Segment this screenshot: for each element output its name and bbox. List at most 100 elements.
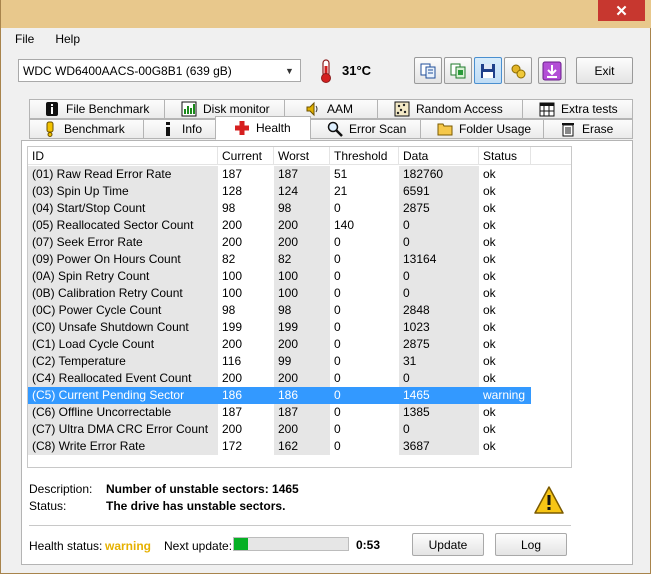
- tab-erase[interactable]: Erase: [543, 119, 633, 139]
- row-worst: 187: [274, 404, 330, 421]
- row-current: 98: [222, 303, 236, 317]
- row-threshold: 0: [334, 286, 341, 300]
- column-header-id[interactable]: ID: [28, 147, 218, 165]
- tab-label: Info: [182, 122, 203, 136]
- tab-label: Benchmark: [64, 122, 125, 136]
- row-data: 0: [399, 217, 479, 234]
- row-threshold: 140: [334, 218, 355, 232]
- separator: [29, 525, 571, 526]
- tab-folder-usage[interactable]: Folder Usage: [420, 119, 544, 139]
- exit-button[interactable]: Exit: [576, 57, 633, 84]
- table-row[interactable]: (0A) Spin Retry Count 100 100 0 0 ok: [28, 268, 571, 285]
- row-current: 128: [222, 184, 243, 198]
- row-threshold: 51: [334, 167, 348, 181]
- info-icon: [46, 102, 58, 116]
- log-button[interactable]: Log: [495, 533, 567, 556]
- table-row[interactable]: (C6) Offline Uncorrectable 187 187 0 1385 ok: [28, 404, 571, 421]
- column-header-threshold[interactable]: Threshold: [330, 147, 399, 165]
- row-current: 200: [222, 337, 243, 351]
- row-status: ok: [483, 218, 496, 232]
- copy-text-button[interactable]: [414, 57, 442, 84]
- row-data: 2875: [399, 200, 479, 217]
- info-icon: [166, 122, 170, 136]
- menu-help[interactable]: Help: [41, 32, 87, 46]
- tab-extra-tests[interactable]: Extra tests: [522, 99, 633, 119]
- download-button[interactable]: [538, 57, 566, 84]
- next-update-progress: [233, 537, 349, 551]
- row-threshold: 0: [334, 303, 341, 317]
- table-row[interactable]: (04) Start/Stop Count 98 98 0 2875 ok: [28, 200, 571, 217]
- row-data: 13164: [399, 251, 479, 268]
- table-row[interactable]: (C4) Reallocated Event Count 200 200 0 0 ok: [28, 370, 571, 387]
- row-data: 182760: [399, 166, 479, 183]
- table-row[interactable]: (05) Reallocated Sector Count 200 200 140 0 o…: [28, 217, 571, 234]
- row-status: ok: [483, 184, 496, 198]
- tab-random-access[interactable]: Random Access: [377, 99, 523, 119]
- table-row[interactable]: (C0) Unsafe Shutdown Count 199 199 0 1023 ok: [28, 319, 571, 336]
- row-status: ok: [483, 269, 496, 283]
- row-current: 82: [222, 252, 236, 266]
- row-threshold: 0: [330, 387, 399, 404]
- row-status: ok: [483, 303, 496, 317]
- row-id: (03) Spin Up Time: [28, 183, 218, 200]
- table-row[interactable]: (C8) Write Error Rate 172 162 0 3687 ok: [28, 438, 571, 455]
- table-row[interactable]: (C1) Load Cycle Count 200 200 0 2875 ok: [28, 336, 571, 353]
- table-row[interactable]: (0C) Power Cycle Count 98 98 0 2848 ok: [28, 302, 571, 319]
- column-header-worst[interactable]: Worst: [274, 147, 330, 165]
- tab-error-scan[interactable]: Error Scan: [310, 119, 421, 139]
- row-id: (C5) Current Pending Sector: [28, 387, 218, 404]
- row-worst: 162: [274, 438, 330, 455]
- row-id: (07) Seek Error Rate: [28, 234, 218, 251]
- bar-chart-icon: [181, 101, 197, 117]
- tab-benchmark[interactable]: Benchmark: [29, 119, 144, 139]
- smart-table[interactable]: ID Current Worst Threshold Data Status (…: [27, 146, 572, 468]
- table-row[interactable]: (C7) Ultra DMA CRC Error Count 200 200 0 0 ok: [28, 421, 571, 438]
- close-button[interactable]: ✕: [598, 0, 645, 21]
- tab-info[interactable]: Info: [143, 119, 216, 139]
- drive-select[interactable]: WDC WD6400AACS-00G8B1 (639 gB) ▼: [18, 59, 301, 82]
- menu-file[interactable]: File: [1, 32, 41, 46]
- copy-image-button[interactable]: [444, 57, 472, 84]
- table-row[interactable]: (03) Spin Up Time 128 124 21 6591 ok: [28, 183, 571, 200]
- table-row[interactable]: (01) Raw Read Error Rate 187 187 51 182760 ok: [28, 166, 571, 183]
- options-button[interactable]: [504, 57, 532, 84]
- column-header-current[interactable]: Current: [218, 147, 274, 165]
- row-id: (05) Reallocated Sector Count: [28, 217, 218, 234]
- row-id: (C7) Ultra DMA CRC Error Count: [28, 421, 218, 438]
- tab-health[interactable]: Health: [215, 116, 311, 140]
- row-worst: 100: [274, 268, 330, 285]
- table-row[interactable]: (0B) Calibration Retry Count 100 100 0 0 ok: [28, 285, 571, 302]
- row-worst: 200: [274, 234, 330, 251]
- progress-fill: [234, 538, 248, 550]
- health-status-label: Health status:: [29, 539, 103, 553]
- row-id: (0B) Calibration Retry Count: [28, 285, 218, 302]
- row-status: ok: [483, 286, 496, 300]
- column-header-status[interactable]: Status: [479, 147, 531, 165]
- row-current: 200: [222, 218, 243, 232]
- row-current: 200: [222, 371, 243, 385]
- app-window: ✕ File Help WDC WD6400AACS-00G8B1 (639 g…: [0, 0, 651, 574]
- column-header-data[interactable]: Data: [399, 147, 479, 165]
- table-row[interactable]: (C5) Current Pending Sector 186 186 0 1465 wa…: [28, 387, 571, 404]
- magnifier-icon: [327, 121, 343, 137]
- row-current: 186: [218, 387, 274, 404]
- next-update-label: Next update:: [164, 539, 233, 553]
- warning-icon: [534, 486, 564, 514]
- row-current: 187: [222, 167, 243, 181]
- tab-label: Health: [256, 121, 291, 135]
- save-button[interactable]: [474, 57, 502, 84]
- row-status: ok: [483, 422, 496, 436]
- row-status: warning: [479, 387, 531, 404]
- row-status: ok: [483, 252, 496, 266]
- update-button[interactable]: Update: [412, 533, 484, 556]
- table-row[interactable]: (07) Seek Error Rate 200 200 0 0 ok: [28, 234, 571, 251]
- tab-file-benchmark[interactable]: File Benchmark: [29, 99, 165, 119]
- copy-icon: [420, 63, 436, 78]
- countdown-timer: 0:53: [356, 538, 381, 552]
- row-worst: 82: [274, 251, 330, 268]
- row-threshold: 0: [334, 439, 341, 453]
- table-row[interactable]: (C2) Temperature 116 99 0 31 ok: [28, 353, 571, 370]
- table-row[interactable]: (09) Power On Hours Count 82 82 0 13164 ok: [28, 251, 571, 268]
- row-data: 3687: [399, 438, 479, 455]
- calendar-icon: [539, 102, 555, 117]
